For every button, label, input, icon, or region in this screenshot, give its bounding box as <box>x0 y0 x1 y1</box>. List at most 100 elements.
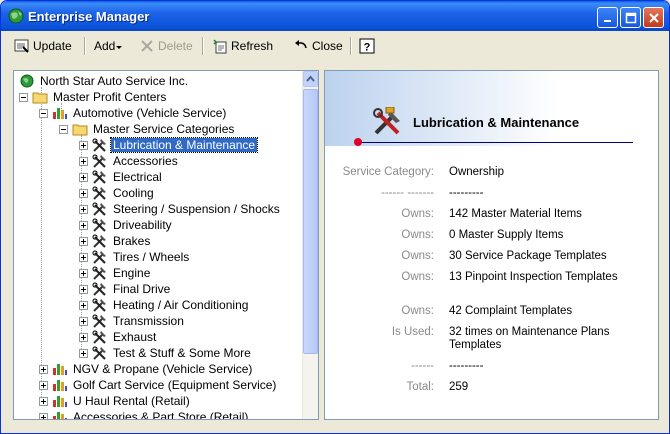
tree-label: Driveability <box>113 218 172 232</box>
bar-chart-icon <box>53 364 67 375</box>
tools-icon <box>92 250 106 264</box>
detail-row-value: 30 Service Package Templates <box>449 250 607 262</box>
expand-icon[interactable] <box>39 412 48 419</box>
collapse-icon[interactable] <box>39 108 48 118</box>
tree-node-service-category[interactable]: Exhaust <box>79 329 158 345</box>
expand-icon[interactable] <box>79 236 88 246</box>
tree-node-service-category[interactable]: Test & Stuff & Some More <box>79 345 253 361</box>
tree-view[interactable]: North Star Auto Service Inc. Master Prof… <box>13 70 319 420</box>
minimize-button[interactable] <box>597 7 618 28</box>
tree-node-service-category[interactable]: Final Drive <box>79 281 172 297</box>
tree-node-master-service-categories[interactable]: Master Service Categories <box>59 121 236 137</box>
enterprise-manager-window: Enterprise Manager Update Add Delete Ref… <box>0 0 670 434</box>
tree-node-service-category[interactable]: Transmission <box>79 313 186 329</box>
expand-icon[interactable] <box>39 364 48 374</box>
tree-node-service-category[interactable]: Heating / Air Conditioning <box>79 297 250 313</box>
tree-label: Brakes <box>113 234 151 248</box>
add-label: Add <box>94 39 116 53</box>
expand-icon[interactable] <box>79 140 88 150</box>
expand-icon[interactable] <box>79 188 88 198</box>
tree-node-service-category[interactable]: Accessories <box>79 153 180 169</box>
tree-label: Electrical <box>113 170 162 184</box>
expand-icon[interactable] <box>79 316 88 326</box>
minimize-icon <box>604 20 611 22</box>
tree-node-profit-center[interactable]: NGV & Propane (Vehicle Service) <box>39 361 254 377</box>
tree-node-profit-center[interactable]: Accessories & Part Store (Retail) <box>39 409 250 419</box>
expand-icon[interactable] <box>39 380 48 390</box>
expand-icon[interactable] <box>79 204 88 214</box>
detail-row-value: 32 times on Maintenance Plans Templates <box>449 326 610 351</box>
tree-node-automotive[interactable]: Automotive (Vehicle Service) <box>39 105 228 121</box>
expand-icon[interactable] <box>79 156 88 166</box>
expand-icon[interactable] <box>79 172 88 182</box>
detail-title: Lubrication & Maintenance <box>413 115 580 130</box>
tree-node-profit-center[interactable]: Golf Cart Service (Equipment Service) <box>39 377 278 393</box>
close-icon <box>649 13 659 23</box>
tools-icon <box>92 170 106 184</box>
tree-node-service-category[interactable]: Lubrication & Maintenance <box>79 137 259 153</box>
total-value: 259 <box>449 381 469 393</box>
detail-row-label: Is Used: <box>391 326 434 338</box>
folder-icon <box>72 124 88 136</box>
expand-icon[interactable] <box>79 268 88 278</box>
window-title: Enterprise Manager <box>28 9 150 24</box>
bar-chart-icon <box>53 412 67 419</box>
detail-row-label: Owns: <box>401 250 434 262</box>
scroll-up-button[interactable] <box>303 71 318 87</box>
expand-icon[interactable] <box>79 332 88 342</box>
expand-icon[interactable] <box>79 348 88 358</box>
separator-value: --------- <box>449 187 484 199</box>
collapse-icon[interactable] <box>19 92 28 102</box>
update-icon <box>14 39 29 53</box>
tree-node-service-category[interactable]: Tires / Wheels <box>79 249 191 265</box>
tree-node-service-category[interactable]: Steering / Suspension / Shocks <box>79 201 282 217</box>
vertical-scrollbar[interactable] <box>302 71 318 419</box>
tools-icon <box>373 107 400 135</box>
tree-node-service-category[interactable]: Driveability <box>79 217 174 233</box>
tree-label: Engine <box>113 266 151 280</box>
detail-row-label: Owns: <box>401 229 434 241</box>
close-window-button[interactable] <box>643 7 664 28</box>
tree-label: U Haul Rental (Retail) <box>73 394 190 408</box>
up-arrow-icon <box>306 75 315 82</box>
toolbar-separator <box>84 37 86 55</box>
scroll-thumb[interactable] <box>303 89 318 354</box>
tree-label: Accessories <box>113 154 178 168</box>
detail-row-label: Owns: <box>401 305 434 317</box>
tree-node-root[interactable]: North Star Auto Service Inc. <box>19 73 190 89</box>
tree-node-profit-center[interactable]: U Haul Rental (Retail) <box>39 393 192 409</box>
tools-icon <box>92 266 106 280</box>
tree-label: Exhaust <box>113 330 157 344</box>
tree-label: Transmission <box>113 314 184 328</box>
update-button[interactable]: Update <box>11 35 75 57</box>
help-button[interactable]: ? <box>356 35 381 57</box>
tree-node-service-category[interactable]: Cooling <box>79 185 156 201</box>
tools-icon <box>92 234 106 248</box>
undo-arrow-icon <box>295 40 307 49</box>
bar-chart-icon <box>53 380 67 391</box>
detail-row-value: 42 Complaint Templates <box>449 305 573 317</box>
tools-icon <box>92 282 106 296</box>
tree-node-service-category[interactable]: Brakes <box>79 233 152 249</box>
expand-icon[interactable] <box>39 396 48 406</box>
tools-icon <box>92 314 106 328</box>
maximize-icon <box>625 12 637 24</box>
add-dropdown-button[interactable]: Add <box>91 35 126 57</box>
expand-icon[interactable] <box>79 220 88 230</box>
folder-icon <box>32 92 48 104</box>
tree-node-service-category[interactable]: Electrical <box>79 169 164 185</box>
title-bar[interactable]: Enterprise Manager <box>1 1 669 31</box>
maximize-button[interactable] <box>620 7 641 28</box>
close-button[interactable]: Close <box>290 35 346 57</box>
collapse-icon[interactable] <box>59 124 68 134</box>
delete-button[interactable]: Delete <box>136 35 196 57</box>
refresh-button[interactable]: Refresh <box>209 35 276 57</box>
expand-icon[interactable] <box>79 252 88 262</box>
tree-node-service-category[interactable]: Engine <box>79 265 152 281</box>
tree-label: Automotive (Vehicle Service) <box>73 106 227 120</box>
expand-icon[interactable] <box>79 300 88 310</box>
expand-icon[interactable] <box>79 284 88 294</box>
svg-text:?: ? <box>364 42 371 54</box>
separator-value: --------- <box>449 360 484 372</box>
tree-node-master-profit-centers[interactable]: Master Profit Centers <box>19 89 168 105</box>
